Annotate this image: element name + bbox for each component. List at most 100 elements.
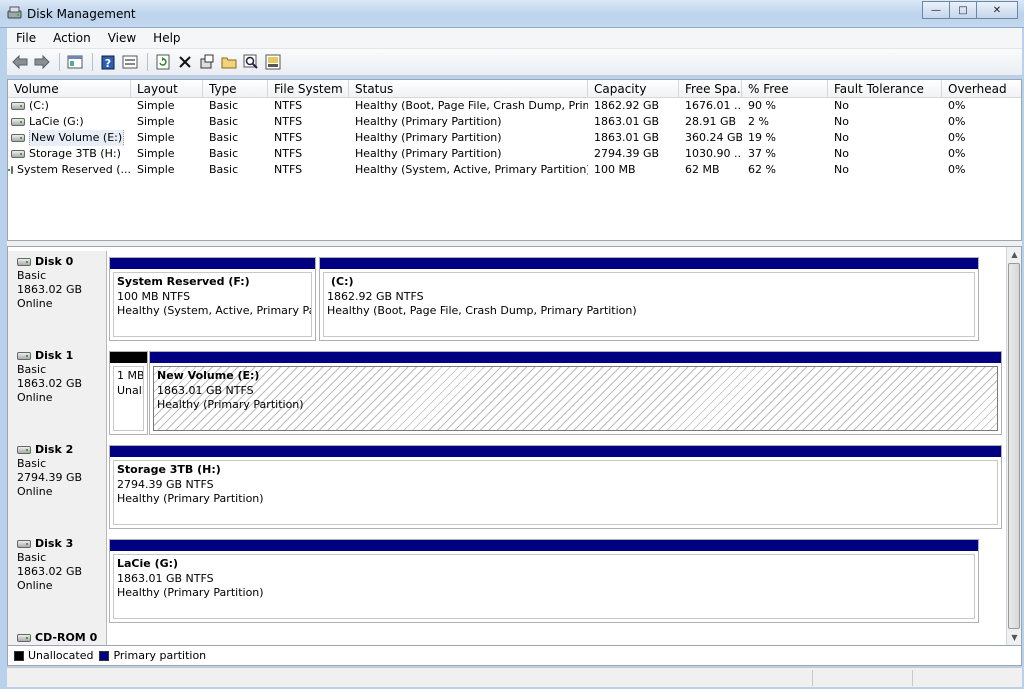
partition-status: Healthy (System, Active, Primary Partiti: [117, 304, 311, 317]
minimize-button[interactable]: —: [922, 1, 950, 19]
refresh-icon: [156, 54, 170, 70]
disk-icon: [17, 446, 31, 454]
partition-title: Storage 3TB (H:): [117, 463, 221, 476]
legend-primary: Primary partition: [113, 649, 207, 662]
svg-text:?: ?: [105, 57, 111, 70]
status-bar: [7, 667, 1022, 687]
col-percent-free[interactable]: % Free: [742, 80, 828, 98]
close-icon: ✕: [992, 4, 1002, 16]
table-row[interactable]: LaCie (G:) Simple Basic NTFS Healthy (Pr…: [8, 114, 1021, 130]
refresh-button[interactable]: [153, 52, 173, 72]
search-icon: [243, 54, 258, 69]
menu-help[interactable]: Help: [144, 31, 188, 45]
back-button[interactable]: [10, 52, 30, 72]
cdrom-icon: [17, 634, 31, 642]
list-view-icon: [67, 55, 83, 69]
delete-button[interactable]: [175, 52, 195, 72]
menu-bar: File Action View Help: [7, 28, 1022, 49]
disk-map-pane: Disk 0 Basic 1863.02 GB Online System Re…: [7, 246, 1022, 646]
partition-status: Healthy (Boot, Page File, Crash Dump, Pr…: [327, 304, 637, 317]
partition-size: 100 MB NTFS: [117, 289, 191, 303]
partition-block[interactable]: System Reserved (F:) 100 MB NTFS Healthy…: [109, 257, 316, 341]
partition-block[interactable]: New Volume (E:) 1863.01 GB NTFS Healthy …: [149, 351, 1002, 435]
table-row[interactable]: (C:) Simple Basic NTFS Healthy (Boot, Pa…: [8, 98, 1021, 114]
table-row[interactable]: New Volume (E:) Simple Basic NTFS Health…: [8, 130, 1021, 146]
menu-view[interactable]: View: [99, 31, 144, 45]
disk-info[interactable]: Disk 2 Basic 2794.39 GB Online: [8, 439, 107, 533]
window-title: Disk Management: [27, 7, 136, 21]
disk-management-icon: [7, 6, 22, 19]
volume-list-header: Volume Layout Type File System Status Ca…: [8, 80, 1021, 98]
col-type[interactable]: Type: [203, 80, 268, 98]
toolbar: ?: [7, 49, 1022, 76]
settings-button[interactable]: [197, 52, 217, 72]
partition-size: 1863.01 GB NTFS: [117, 571, 214, 585]
partition-title: LaCie (G:): [117, 557, 179, 570]
partition-block[interactable]: LaCie (G:) 1863.01 GB NTFS Healthy (Prim…: [109, 539, 979, 623]
disk-info[interactable]: CD-ROM 0: [8, 627, 107, 645]
disk-icon: [17, 258, 31, 266]
disk-icon: [17, 352, 31, 360]
col-file-system[interactable]: File System: [268, 80, 349, 98]
partition-block[interactable]: Storage 3TB (H:) 2794.39 GB NTFS Healthy…: [109, 445, 1002, 529]
partition-title: (C:): [331, 275, 354, 288]
help-button[interactable]: ?: [98, 52, 118, 72]
open-folder-icon: [221, 57, 237, 69]
col-capacity[interactable]: Capacity: [588, 80, 679, 98]
disk-icon: [17, 540, 31, 548]
partition-size: 1862.92 GB NTFS: [327, 289, 424, 303]
partition-title: New Volume (E:): [157, 369, 260, 382]
col-fault-tolerance[interactable]: Fault Tolerance: [828, 80, 942, 98]
partition-status: Healthy (Primary Partition): [117, 492, 264, 505]
col-free-space[interactable]: Free Spa...: [679, 80, 742, 98]
col-status[interactable]: Status: [349, 80, 588, 98]
maximize-button[interactable]: □: [949, 1, 977, 19]
col-overhead[interactable]: Overhead: [942, 80, 1021, 98]
menu-file[interactable]: File: [7, 31, 44, 45]
properties-button[interactable]: [120, 52, 140, 72]
disk-pane-scrollbar[interactable]: ▲ ▼: [1006, 247, 1021, 645]
volume-icon: [11, 150, 25, 158]
partition-title: System Reserved (F:): [117, 275, 250, 288]
disk-row: CD-ROM 0: [8, 627, 1008, 645]
scrollbar-thumb[interactable]: [1008, 263, 1020, 629]
partition-size: 2794.39 GB NTFS: [117, 477, 214, 491]
legend-unallocated: Unallocated: [28, 649, 94, 662]
partition-title: 1 MB: [117, 369, 144, 382]
table-row[interactable]: System Reserved (... Simple Basic NTFS H…: [8, 162, 1021, 178]
col-layout[interactable]: Layout: [131, 80, 203, 98]
open-button[interactable]: [219, 52, 239, 72]
properties-icon: [122, 55, 138, 69]
forward-arrow-icon: [34, 55, 50, 69]
close-button[interactable]: ✕: [976, 1, 1018, 19]
disk-row: Disk 3 Basic 1863.02 GB Online LaCie (G:…: [8, 533, 1008, 627]
partition-size: 1863.01 GB NTFS: [157, 383, 254, 397]
table-row[interactable]: Storage 3TB (H:) Simple Basic NTFS Healt…: [8, 146, 1021, 162]
help-icon: ?: [101, 55, 115, 70]
unallocated-swatch: [14, 650, 24, 661]
primary-partition-swatch: [99, 650, 110, 661]
volume-icon: [11, 118, 25, 126]
disk-info[interactable]: Disk 0 Basic 1863.02 GB Online: [8, 251, 107, 345]
disk-info[interactable]: Disk 1 Basic 1863.02 GB Online: [8, 345, 107, 439]
settings-icon: [200, 54, 214, 69]
disk-row: Disk 0 Basic 1863.02 GB Online System Re…: [8, 251, 1008, 345]
maximize-icon: □: [958, 4, 968, 16]
search-button[interactable]: [241, 52, 261, 72]
export-button[interactable]: [263, 52, 283, 72]
volume-icon: [8, 166, 13, 174]
show-hide-console-tree-button[interactable]: [65, 52, 85, 72]
volume-list: Volume Layout Type File System Status Ca…: [7, 79, 1022, 241]
col-volume[interactable]: Volume: [8, 80, 131, 98]
forward-button[interactable]: [32, 52, 52, 72]
volume-icon: [11, 134, 25, 142]
menu-action[interactable]: Action: [44, 31, 99, 45]
delete-icon: [179, 56, 191, 68]
unallocated-block[interactable]: 1 MB Unall: [109, 351, 148, 435]
scroll-down-icon[interactable]: ▼: [1007, 630, 1021, 645]
disk-info[interactable]: Disk 3 Basic 1863.02 GB Online: [8, 533, 107, 627]
partition-block[interactable]: (C:) 1862.92 GB NTFS Healthy (Boot, Page…: [319, 257, 979, 341]
scroll-up-icon[interactable]: ▲: [1007, 247, 1021, 262]
partition-status: Healthy (Primary Partition): [117, 586, 264, 599]
disk-row: Disk 1 Basic 1863.02 GB Online 1 MB Unal…: [8, 345, 1008, 439]
